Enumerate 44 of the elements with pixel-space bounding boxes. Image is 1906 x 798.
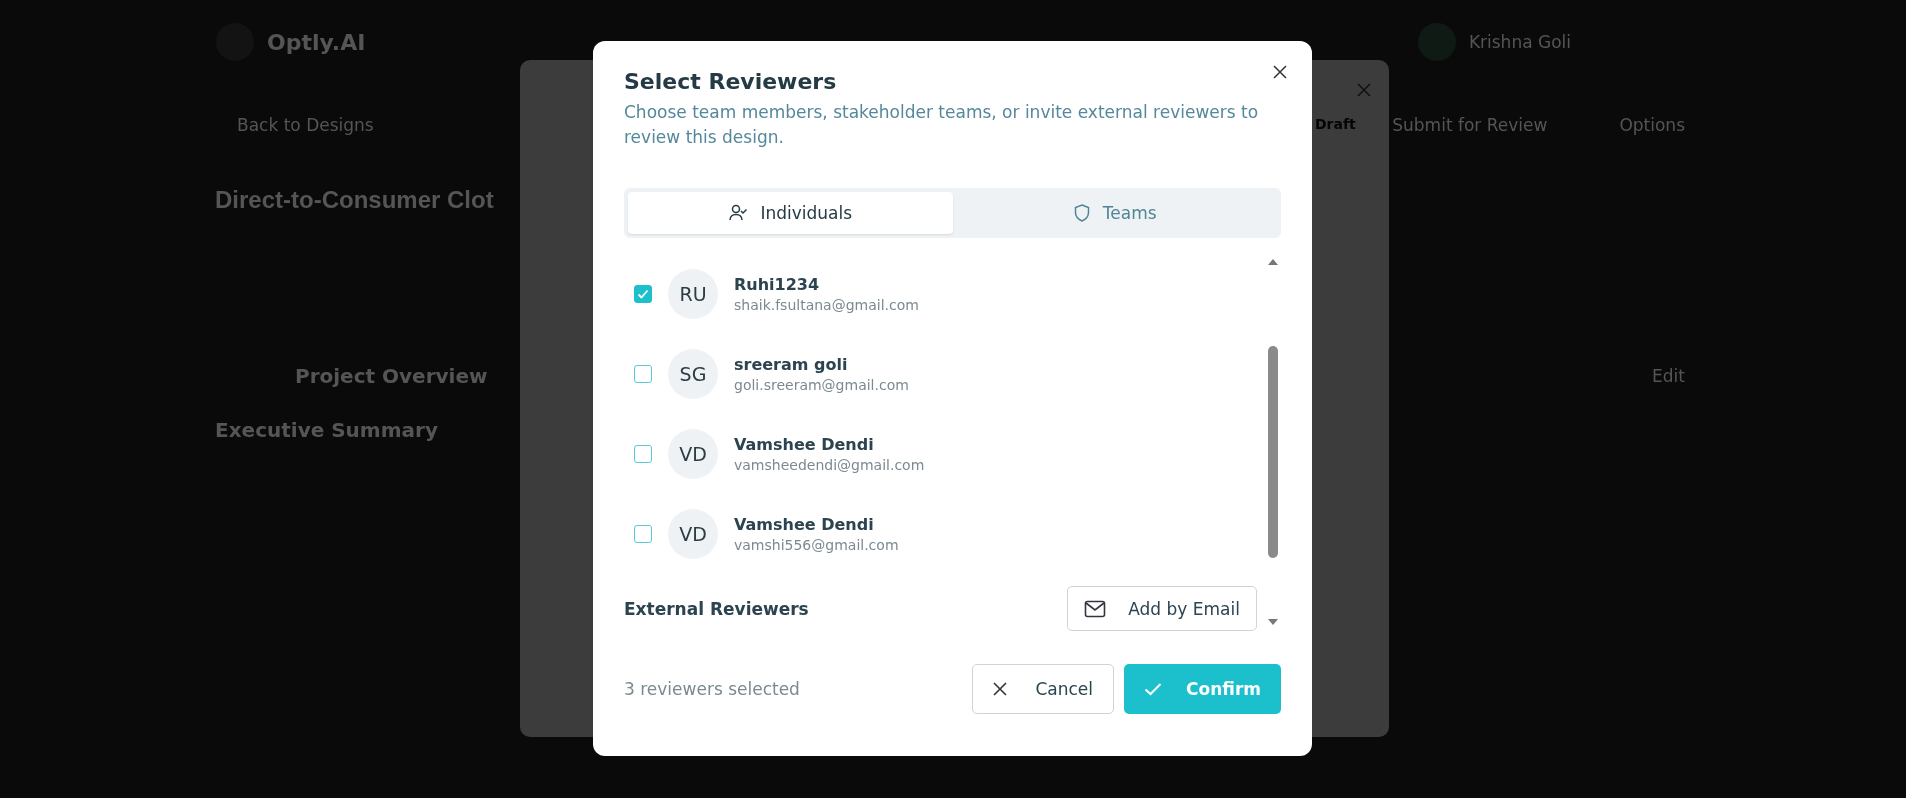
dialog-description: Choose team members, stakeholder teams, or invite external reviewers to review this design.: [624, 101, 1260, 149]
confirm-button[interactable]: Confirm: [1124, 664, 1281, 714]
checkbox[interactable]: [634, 365, 652, 383]
back-link[interactable]: Back to Designs: [237, 115, 374, 135]
checkbox[interactable]: [634, 525, 652, 543]
tab[interactable]: Teams: [952, 192, 1277, 234]
reviewer-name: Ruhi1234: [734, 275, 821, 294]
checkbox[interactable]: [634, 445, 652, 463]
avatar: SG: [668, 349, 718, 399]
avatar: VD: [668, 509, 718, 559]
dialog-title: Select Reviewers: [624, 69, 838, 94]
shield-icon: [1072, 203, 1091, 223]
mail-icon: [1084, 599, 1107, 618]
avatar: RU: [668, 269, 718, 319]
scroll-down-icon[interactable]: [1267, 618, 1279, 626]
reviewer-email: vamshi556@gmail.com: [734, 537, 899, 553]
reviewer-name: Vamshee Dendi: [734, 435, 875, 454]
reviewer-name: Vamshee Dendi: [734, 515, 875, 534]
cancel-button[interactable]: Cancel: [972, 664, 1115, 714]
selection-count: 3 reviewers selected: [624, 679, 800, 699]
reviewer-email: vamsheedendi@gmail.com: [734, 457, 925, 473]
action-button[interactable]: Submit for Review: [1386, 114, 1554, 136]
check-icon: [636, 287, 650, 301]
reviewer-email: shaik.fsultana@gmail.com: [734, 297, 919, 313]
checkbox[interactable]: [634, 285, 652, 303]
reviewer-email: goli.sreeram@gmail.com: [734, 377, 909, 393]
section-heading: Executive Summary: [215, 418, 438, 442]
check-icon: [1144, 682, 1163, 696]
section-title: Project Overview: [295, 364, 488, 388]
close-icon: [993, 682, 1008, 696]
action-button[interactable]: Options: [1613, 114, 1691, 136]
scroll-up-icon[interactable]: [1267, 258, 1279, 266]
user-name: Krishna Goli: [1468, 32, 1571, 52]
status-label: Draft: [1315, 116, 1356, 132]
section-label: External Reviewers: [624, 598, 809, 619]
avatar: VD: [668, 429, 718, 479]
brand-name: Optly.AI: [267, 29, 366, 55]
user-check-icon: [728, 203, 749, 223]
close-icon[interactable]: [1273, 65, 1287, 79]
tab[interactable]: Individuals: [628, 192, 953, 234]
add-by-email-button[interactable]: Add by Email: [1067, 586, 1257, 631]
reviewer-name: sreeram goli: [734, 355, 849, 374]
page-title: Direct-to-Consumer Clot: [215, 186, 494, 214]
edit-button[interactable]: Edit: [1646, 365, 1691, 387]
